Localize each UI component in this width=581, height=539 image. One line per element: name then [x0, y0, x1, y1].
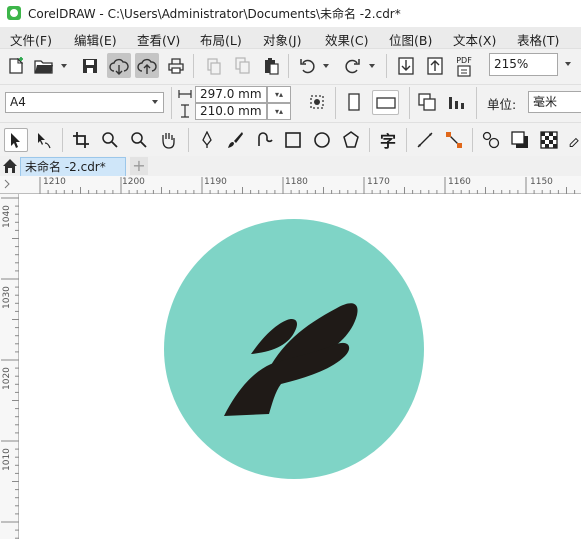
zoom-level-field[interactable]: 215%: [489, 53, 558, 76]
redo-icon[interactable]: [341, 55, 363, 77]
print-icon[interactable]: [165, 55, 187, 77]
menu-edit[interactable]: 编辑(E): [74, 30, 117, 49]
publish-pdf-icon[interactable]: PDF: [452, 53, 476, 79]
export-icon[interactable]: [424, 55, 446, 77]
connector-tool-icon[interactable]: [443, 129, 465, 151]
rectangle-tool-icon[interactable]: [282, 129, 304, 151]
zoom-tool-icon[interactable]: [99, 129, 121, 151]
open-folder-icon[interactable]: [33, 55, 55, 77]
save-icon[interactable]: [79, 55, 101, 77]
toolbar-separator: [288, 54, 289, 78]
page-size-dropdown-icon: [152, 100, 158, 104]
portrait-icon[interactable]: [343, 91, 365, 113]
transparency-tool-icon[interactable]: [538, 129, 560, 151]
width-stepper-icon[interactable]: ▾▴: [267, 86, 291, 103]
cut-icon[interactable]: [203, 55, 225, 77]
redo-dropdown-icon[interactable]: [369, 64, 375, 68]
copy-icon[interactable]: [232, 55, 254, 77]
ruler-label: 1030: [2, 286, 12, 309]
ruler-label: 1020: [2, 367, 12, 390]
height-icon: [177, 103, 193, 119]
freehand-tool-icon[interactable]: [196, 129, 218, 151]
artwork: [164, 219, 424, 479]
toolbar-separator: [386, 54, 387, 78]
blend-tool-icon[interactable]: [480, 129, 502, 151]
pan-tool-icon[interactable]: [157, 129, 179, 151]
toolbar-separator: [335, 87, 336, 119]
menu-bar: 文件(F) 编辑(E) 查看(V) 布局(L) 对象(J) 效果(C) 位图(B…: [0, 27, 581, 48]
width-icon: [177, 86, 193, 102]
menu-view[interactable]: 查看(V): [137, 30, 180, 49]
menu-effects[interactable]: 效果(C): [325, 30, 368, 49]
vertical-ruler[interactable]: 1040 1030 1020 1010: [0, 194, 19, 539]
ruler-label: 1210: [43, 177, 66, 187]
pdf-label: PDF: [456, 55, 472, 65]
pick-tool-icon[interactable]: [4, 128, 28, 152]
import-icon[interactable]: [395, 55, 417, 77]
toolbar-separator: [472, 128, 473, 152]
ruler-label: 1150: [530, 177, 553, 187]
undo-dropdown-icon[interactable]: [323, 64, 329, 68]
zoom-out-tool-icon[interactable]: [128, 129, 150, 151]
shape-tool-icon[interactable]: [33, 129, 55, 151]
ruler-label: 1040: [2, 205, 12, 228]
new-document-icon[interactable]: [5, 55, 27, 77]
color-eyedropper-icon[interactable]: [568, 129, 581, 151]
artistic-media-icon[interactable]: [224, 129, 246, 151]
undo-icon[interactable]: [297, 55, 319, 77]
dimension-tool-icon[interactable]: [414, 129, 436, 151]
bezier-tool-icon[interactable]: [253, 129, 275, 151]
menu-bitmaps[interactable]: 位图(B): [389, 30, 432, 49]
toolbar-separator: [193, 54, 194, 78]
toolbar-separator: [188, 128, 189, 152]
toolbar-separator: [476, 87, 477, 119]
cloud-import-icon[interactable]: [107, 53, 131, 78]
page-size-select[interactable]: A4: [5, 92, 164, 113]
units-select[interactable]: 毫米: [528, 91, 581, 113]
menu-layout[interactable]: 布局(L): [200, 30, 242, 49]
menu-table[interactable]: 表格(T): [517, 30, 559, 49]
document-tab-label: 未命名 -2.cdr*: [25, 160, 106, 174]
drawing-canvas[interactable]: [19, 194, 581, 539]
menu-text[interactable]: 文本(X): [453, 30, 496, 49]
zoom-dropdown-icon[interactable]: [565, 62, 571, 66]
menu-object[interactable]: 对象(J): [263, 30, 301, 49]
landscape-icon[interactable]: [372, 90, 399, 115]
toolbar-separator: [62, 128, 63, 152]
coreldraw-logo-icon: [7, 6, 21, 20]
home-icon[interactable]: [1, 157, 19, 175]
toolbar-separator: [171, 87, 172, 119]
units-label: 单位:: [487, 97, 517, 112]
orientation-lock-icon[interactable]: [306, 91, 328, 113]
all-pages-icon[interactable]: [416, 91, 438, 113]
horizontal-ruler[interactable]: 1210 1200 1190 1180 1170 1160 1150: [0, 176, 581, 194]
toolbar-separator: [409, 87, 410, 119]
ruler-label: 1170: [367, 177, 390, 187]
page-height-input[interactable]: 210.0 mm: [195, 103, 267, 120]
menu-file[interactable]: 文件(F): [10, 30, 52, 49]
ruler-label: 1160: [448, 177, 471, 187]
toolbar-separator: [406, 128, 407, 152]
cloud-export-icon[interactable]: [135, 53, 159, 78]
page-width-input[interactable]: 297.0 mm: [195, 86, 267, 103]
drop-shadow-tool-icon[interactable]: [509, 129, 531, 151]
ruler-label: 1190: [204, 177, 227, 187]
paste-icon[interactable]: [260, 55, 282, 77]
open-dropdown-icon[interactable]: [61, 64, 67, 68]
add-tab-button[interactable]: +: [130, 157, 148, 175]
ruler-label: 1200: [122, 177, 145, 187]
current-page-icon[interactable]: [445, 91, 467, 113]
polygon-tool-icon[interactable]: [340, 129, 362, 151]
ruler-label: 1180: [285, 177, 308, 187]
crop-tool-icon[interactable]: [70, 129, 92, 151]
ellipse-tool-icon[interactable]: [311, 129, 333, 151]
text-tool-icon[interactable]: 字: [377, 129, 399, 151]
ruler-label: 1010: [2, 448, 12, 471]
height-stepper-icon[interactable]: ▾▴: [267, 103, 291, 120]
toolbar-separator: [369, 128, 370, 152]
window-title: CorelDRAW - C:\Users\Administrator\Docum…: [28, 7, 401, 21]
